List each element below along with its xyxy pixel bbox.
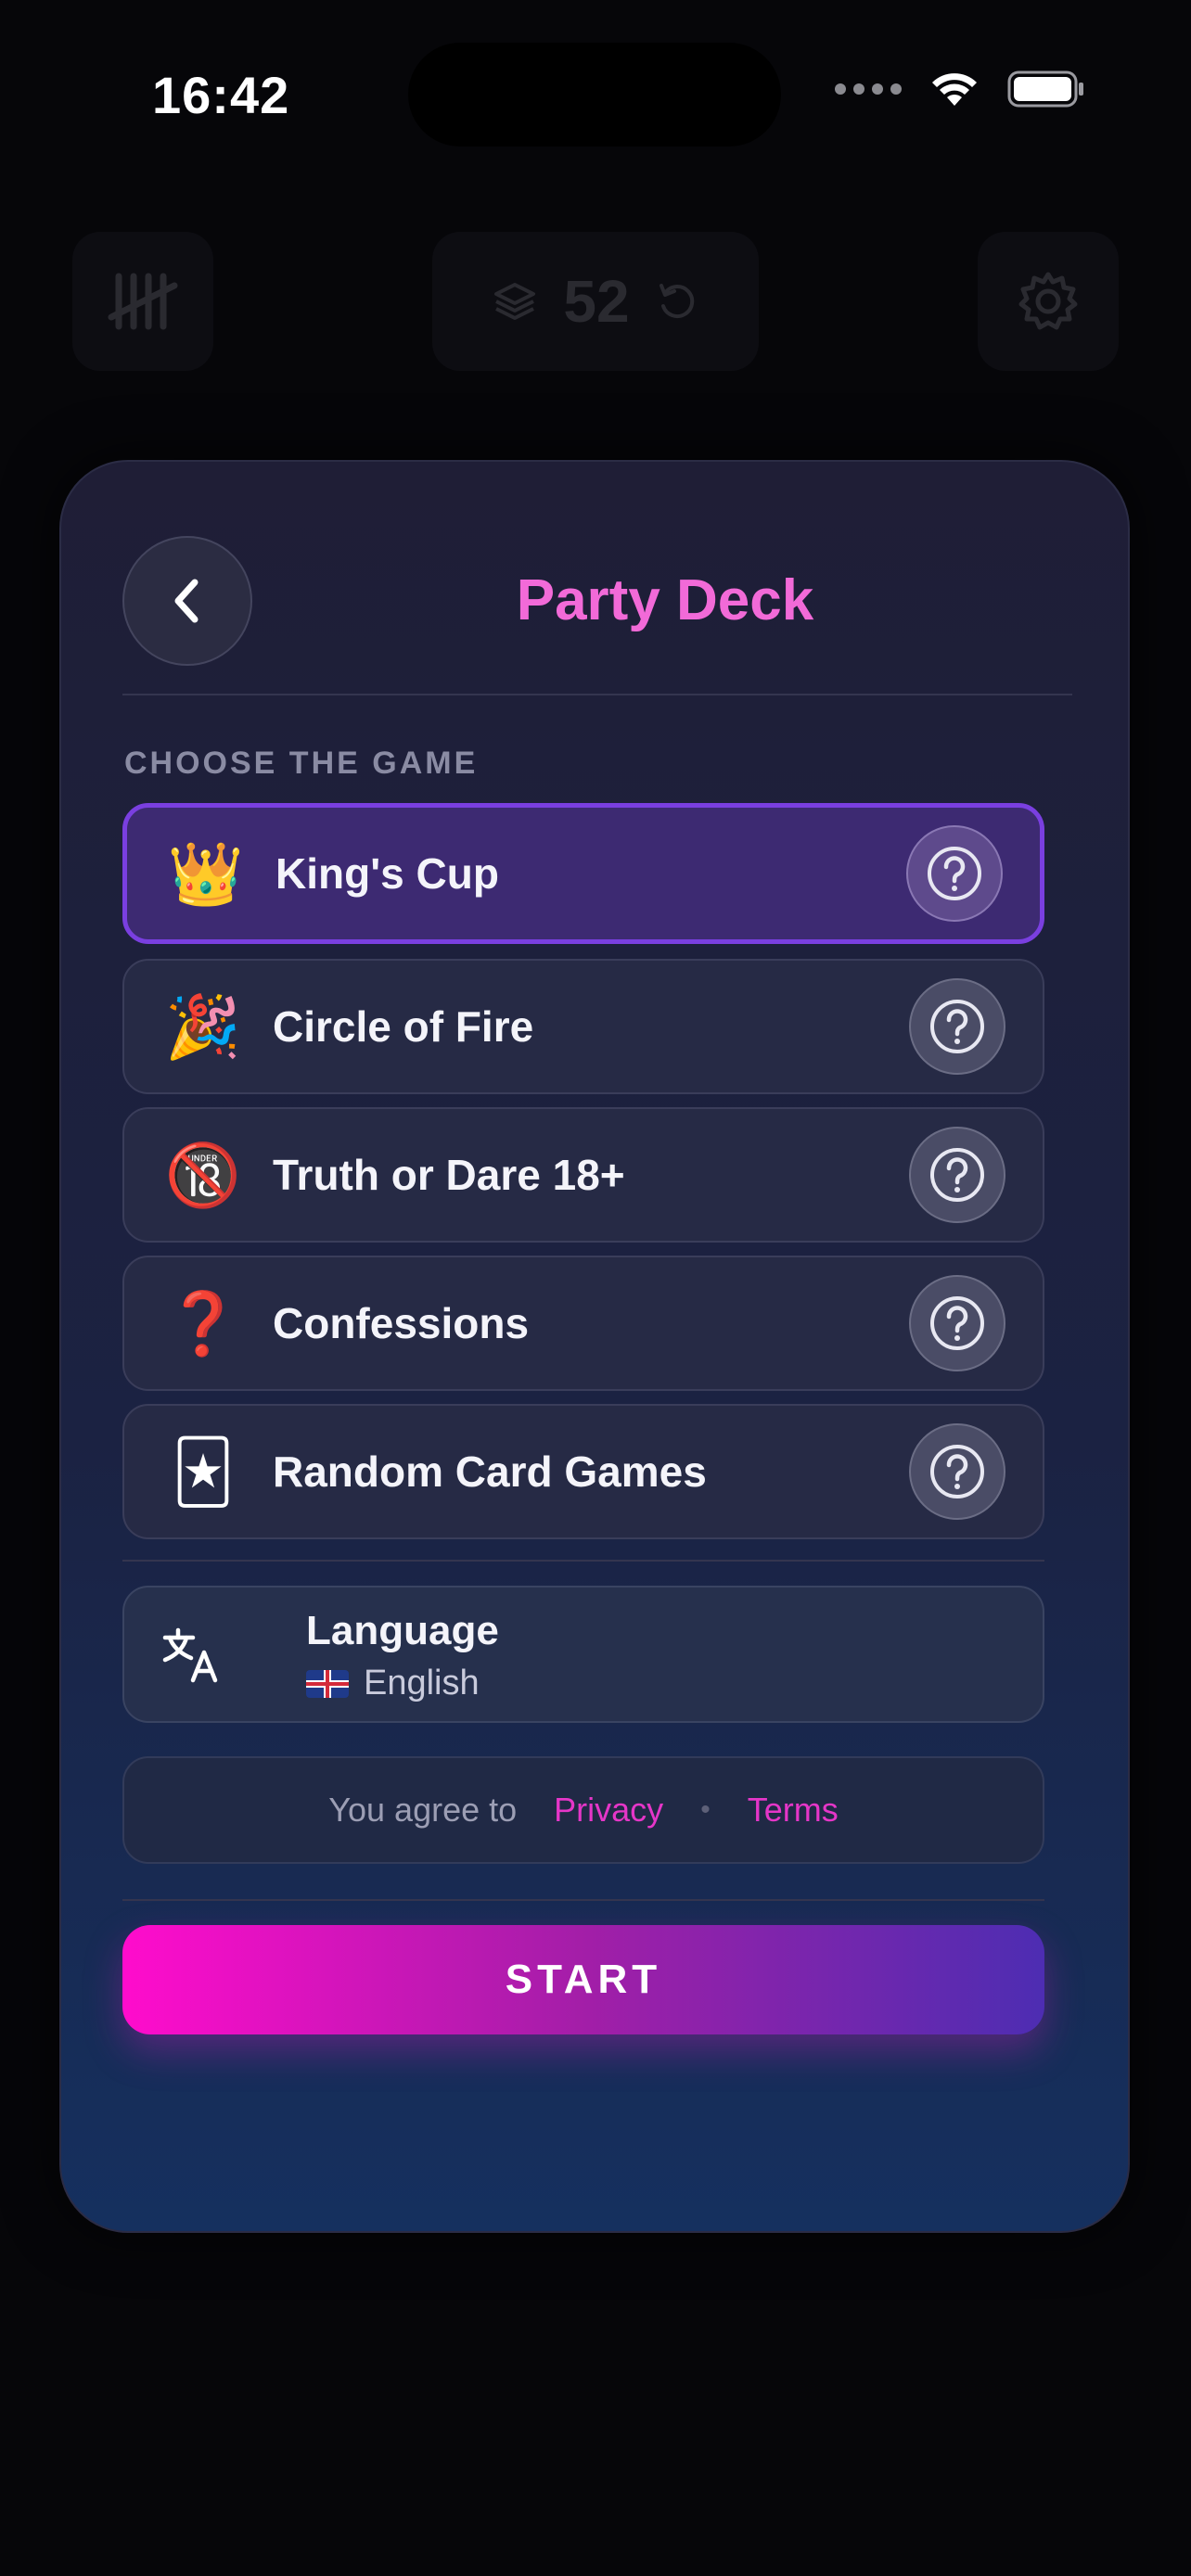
question-mark-icon: ❓ xyxy=(164,1289,242,1358)
uk-flag-icon xyxy=(306,1669,349,1698)
question-circle-icon xyxy=(930,1296,984,1350)
back-button[interactable] xyxy=(122,536,252,666)
translate-icon xyxy=(162,1627,218,1683)
terms-link[interactable]: Terms xyxy=(748,1791,839,1830)
header-divider xyxy=(122,694,1072,695)
chevron-left-icon xyxy=(174,579,198,623)
game-selection-sheet: Party Deck CHOOSE THE GAME 👑 King's Cup xyxy=(59,460,1130,2233)
sheet-title: Party Deck xyxy=(516,568,814,632)
help-button[interactable] xyxy=(909,1423,1005,1520)
game-name: King's Cup xyxy=(275,849,499,898)
language-name: English xyxy=(364,1664,480,1702)
gear-icon xyxy=(1018,272,1078,330)
language-title: Language xyxy=(306,1608,499,1653)
screen: 16:42 52 Party Deck CHOOSE THE GAME 👑 Ki… xyxy=(0,0,1191,2576)
terms-prefix: You agree to xyxy=(328,1791,518,1829)
no-under-eighteen-icon: 🔞 xyxy=(164,1141,242,1209)
tally-icon xyxy=(108,273,178,330)
background-toolbar: 52 xyxy=(0,232,1191,371)
help-button[interactable] xyxy=(909,1127,1005,1223)
sheet-header: Party Deck xyxy=(122,536,1072,666)
terms-separator: • xyxy=(700,1794,711,1825)
game-option-truth-or-dare[interactable]: 🔞 Truth or Dare 18+ xyxy=(122,1107,1044,1243)
help-button[interactable] xyxy=(906,825,1003,922)
card-count: 52 xyxy=(563,268,630,335)
game-name: Circle of Fire xyxy=(273,1002,534,1051)
terms-notice: You agree to Privacy • Terms xyxy=(122,1756,1044,1864)
section-label: CHOOSE THE GAME xyxy=(124,746,479,781)
footer-divider xyxy=(122,1899,1044,1901)
question-circle-icon xyxy=(930,1445,984,1498)
question-circle-icon xyxy=(930,1000,984,1053)
help-button[interactable] xyxy=(909,1275,1005,1371)
language-value: English xyxy=(306,1664,480,1703)
cellular-signal-icon xyxy=(835,83,902,95)
language-selector[interactable]: Language English xyxy=(122,1586,1044,1723)
privacy-link[interactable]: Privacy xyxy=(554,1791,663,1830)
list-divider xyxy=(122,1560,1044,1562)
game-option-confessions[interactable]: ❓ Confessions xyxy=(122,1256,1044,1391)
help-button[interactable] xyxy=(909,978,1005,1075)
game-name: Random Card Games xyxy=(273,1447,707,1496)
game-name: Confessions xyxy=(273,1299,530,1347)
game-option-circle-of-fire[interactable]: 🎉 Circle of Fire xyxy=(122,959,1044,1094)
game-list: 👑 King's Cup 🎉 Circle of Fire 🔞 Truth or… xyxy=(122,803,1044,1552)
reset-icon xyxy=(659,284,694,319)
deck-counter: 52 xyxy=(432,232,759,371)
settings-button xyxy=(978,232,1119,371)
layers-icon xyxy=(494,283,536,320)
game-option-random-card-games[interactable]: 🃏 Random Card Games xyxy=(122,1404,1044,1539)
crown-icon: 👑 xyxy=(167,839,245,908)
joker-card-icon: 🃏 xyxy=(172,1437,235,1506)
party-popper-icon: 🎉 xyxy=(164,992,242,1061)
question-circle-icon xyxy=(930,1148,984,1202)
dynamic-island xyxy=(408,43,781,147)
tally-button xyxy=(72,232,213,371)
status-time: 16:42 xyxy=(152,66,290,124)
wifi-icon xyxy=(932,73,977,106)
question-circle-icon xyxy=(928,847,981,900)
start-button[interactable]: START xyxy=(122,1925,1044,2034)
battery-icon xyxy=(1007,70,1083,108)
game-name: Truth or Dare 18+ xyxy=(273,1151,625,1199)
status-icons xyxy=(835,70,1085,108)
game-option-kings-cup[interactable]: 👑 King's Cup xyxy=(122,803,1044,944)
